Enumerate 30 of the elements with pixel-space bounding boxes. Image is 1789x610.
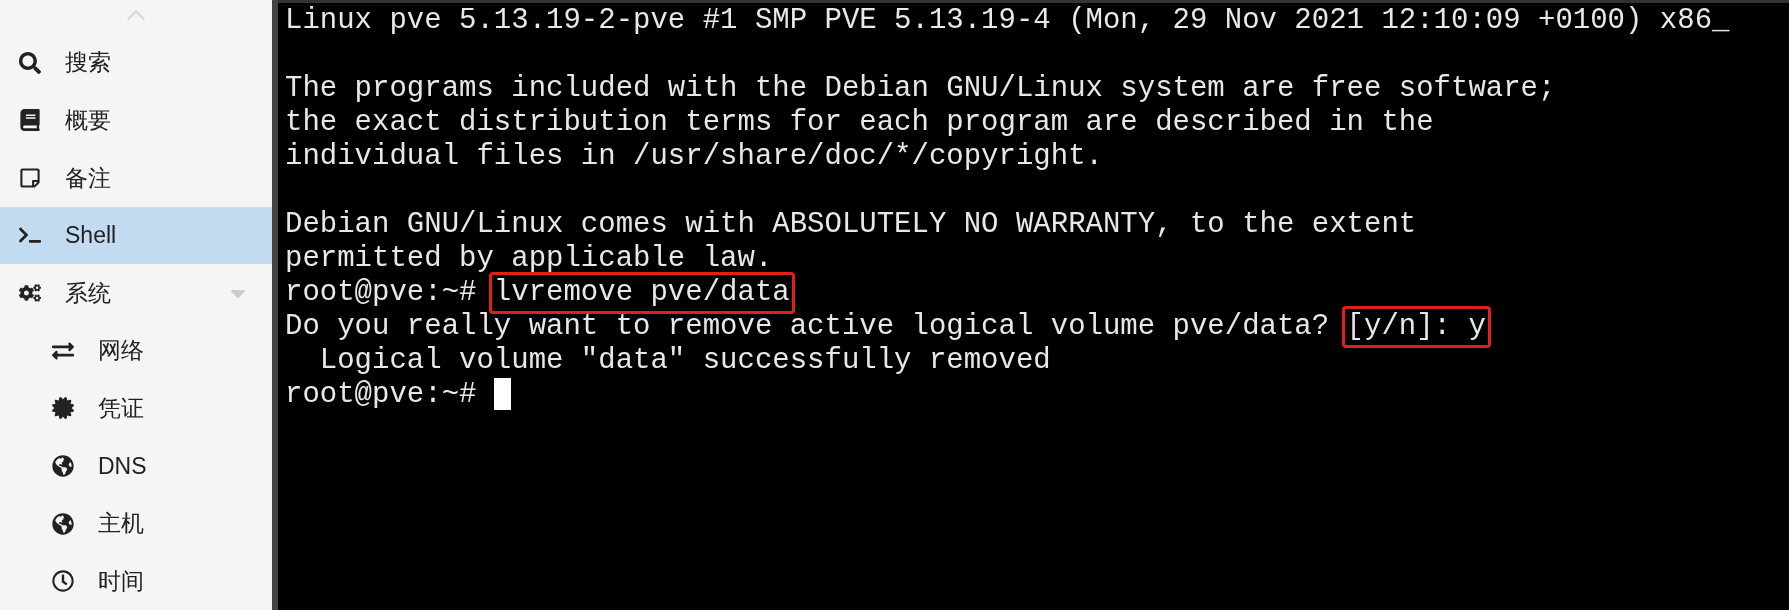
highlighted-text: [y/n]: y xyxy=(1341,306,1491,348)
clock-icon xyxy=(50,570,76,593)
sidebar-item[interactable]: 凭证 xyxy=(0,379,272,438)
note-icon xyxy=(17,166,43,189)
sidebar-item[interactable]: 搜索 xyxy=(0,33,272,92)
arrows-icon xyxy=(50,339,76,362)
gears-icon xyxy=(17,282,43,305)
terminal-text: Logical volume "data" successfully removed xyxy=(318,344,1051,378)
search-icon xyxy=(17,51,43,74)
sidebar-item[interactable]: 概要 xyxy=(0,91,272,150)
terminal-text: root@pve:~# xyxy=(285,276,478,310)
terminal-text: the exact distribution terms for each program are described in the xyxy=(285,106,1434,140)
badge-icon xyxy=(50,397,76,420)
sidebar-item[interactable]: 时间 xyxy=(0,552,272,610)
terminal-text: Linux pve 5.13.19-2-pve #1 SMP PVE 5.13.19-4 (Mon, 29 Nov 2021 12:10:09 +0100) x86_ xyxy=(285,4,1730,38)
terminal-text: Debian GNU/Linux comes with ABSOLUTELY NO WARRANTY, to the extent xyxy=(285,208,1417,242)
globe-icon xyxy=(50,454,76,477)
sidebar-item[interactable]: DNS xyxy=(0,437,272,495)
terminal-text: individual files in /usr/share/doc/*/copyright. xyxy=(285,140,1103,174)
highlighted-text: lvremove pve/data xyxy=(488,272,795,314)
terminal-text: The programs included with the Debian GNU/Linux system are free software; xyxy=(285,72,1556,106)
book-icon xyxy=(17,109,43,132)
sidebar-item[interactable]: 网络 xyxy=(0,321,272,380)
sidebar-item[interactable]: 主机 xyxy=(0,494,272,553)
terminal[interactable] xyxy=(278,0,1789,610)
terminal-text: root@pve:~# xyxy=(285,378,478,412)
globe-icon xyxy=(50,512,76,535)
sidebar-item[interactable]: 系统 xyxy=(0,264,272,322)
sidebar-item[interactable]: Shell xyxy=(0,206,272,265)
sidebar-item[interactable]: 备注 xyxy=(0,149,272,207)
